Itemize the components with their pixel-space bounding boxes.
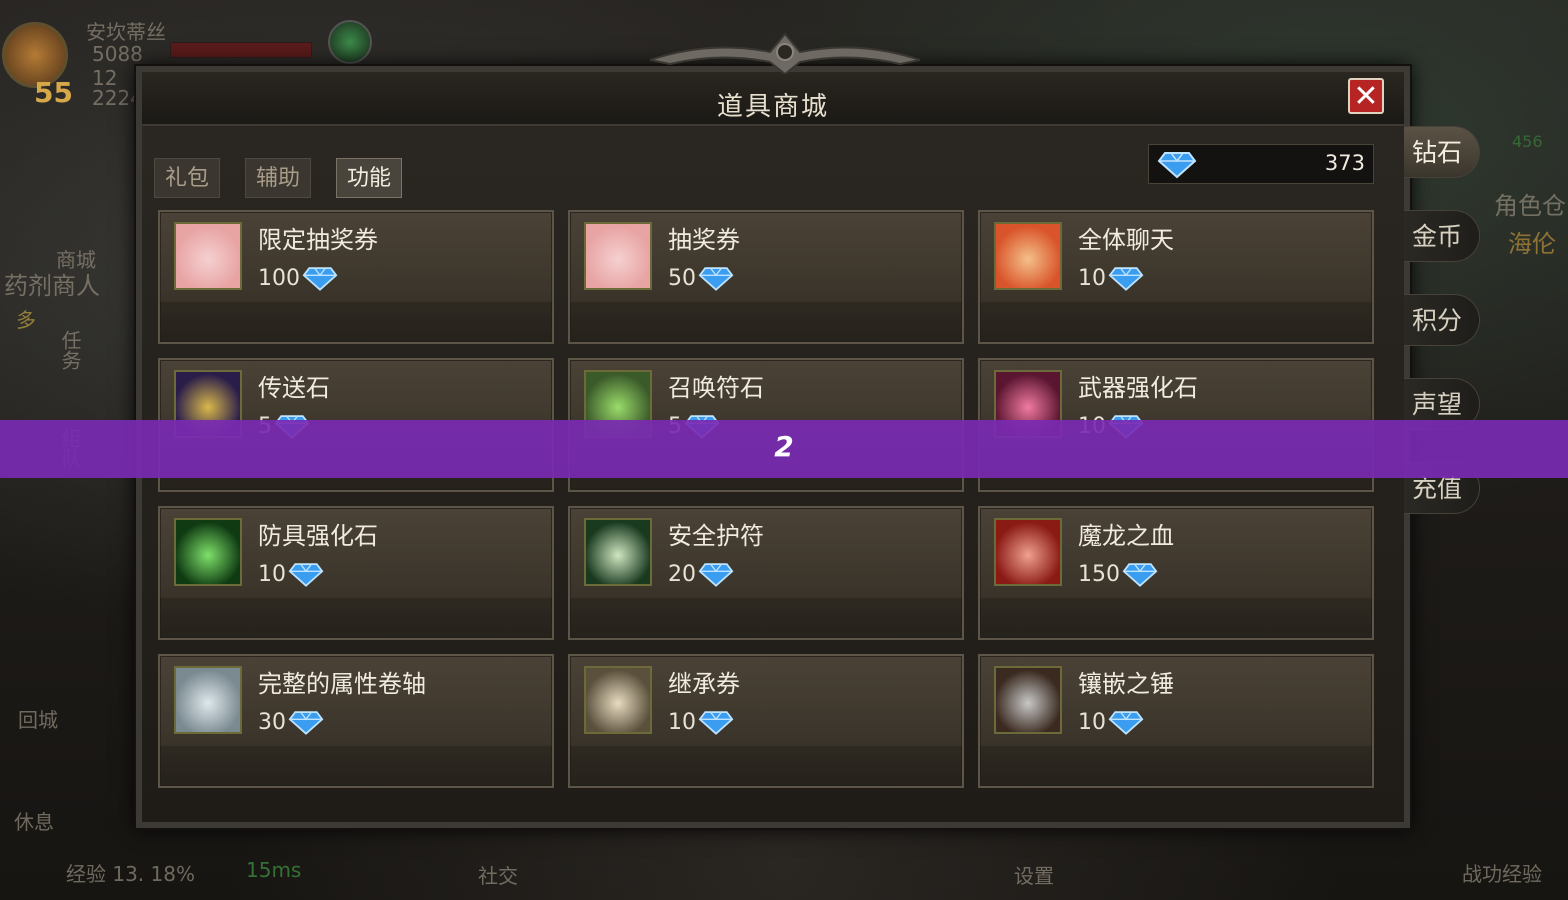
overlay-banner: 2 xyxy=(0,420,1568,478)
item-price-value: 10 xyxy=(258,561,286,587)
gem-balance-value: 373 xyxy=(1324,151,1365,175)
item-price: 10 xyxy=(1078,708,1144,736)
card-footer xyxy=(160,746,552,786)
shop-item-card[interactable]: 限定抽奖券 100 xyxy=(158,210,554,344)
diamond-icon xyxy=(1108,711,1144,735)
item-price-value: 10 xyxy=(1078,265,1106,291)
armor-gem-icon xyxy=(174,518,242,586)
item-name: 限定抽奖券 xyxy=(258,226,378,254)
item-name: 继承券 xyxy=(668,670,740,698)
shop-item-card[interactable]: 镶嵌之锤 10 xyxy=(978,654,1374,788)
banner-text: 2 xyxy=(774,430,794,463)
item-price: 20 xyxy=(668,560,734,588)
currency-tab-diamond[interactable]: 钻石 xyxy=(1404,126,1480,178)
panel-title: 道具商城 xyxy=(716,92,829,122)
diamond-icon xyxy=(302,267,338,291)
shop-item-card[interactable]: 抽奖券 50 xyxy=(568,210,964,344)
card-footer xyxy=(570,302,962,342)
potion-merchant[interactable]: 药剂商人 xyxy=(4,266,100,301)
settings-button[interactable]: 设置 xyxy=(1014,860,1054,889)
item-name: 全体聊天 xyxy=(1078,226,1174,254)
rest-button[interactable]: 休息 xyxy=(14,806,54,835)
ping-display: 15ms xyxy=(246,858,302,882)
social-button[interactable]: 社交 xyxy=(478,860,518,889)
card-footer xyxy=(980,598,1372,638)
item-price-value: 150 xyxy=(1078,561,1120,587)
ticket-icon xyxy=(584,222,652,290)
item-name: 镶嵌之锤 xyxy=(1078,670,1174,698)
scroll-icon xyxy=(584,666,652,734)
close-button[interactable]: ✕ xyxy=(1348,78,1384,114)
dragon-blood-icon xyxy=(994,518,1062,586)
item-price-value: 30 xyxy=(258,709,286,735)
return-town-button[interactable]: 回城 xyxy=(18,704,58,733)
shop-item-card[interactable]: 完整的属性卷轴 30 xyxy=(158,654,554,788)
quest-button[interactable]: 任务 xyxy=(56,330,85,370)
item-price: 50 xyxy=(668,264,734,292)
item-price-value: 10 xyxy=(1078,709,1106,735)
diamond-icon xyxy=(698,563,734,587)
card-footer xyxy=(160,302,552,342)
compass-icon[interactable] xyxy=(328,20,372,64)
hp-bar xyxy=(170,42,312,58)
panel-header: 道具商城 xyxy=(142,72,1404,126)
diamond-icon xyxy=(1108,267,1144,291)
item-price: 10 xyxy=(668,708,734,736)
hammer-icon xyxy=(994,666,1062,734)
currency-tab-gold[interactable]: 金币 xyxy=(1404,210,1480,262)
item-price: 10 xyxy=(1078,264,1144,292)
item-price: 100 xyxy=(258,264,338,292)
card-footer xyxy=(980,746,1372,786)
diamond-icon xyxy=(698,711,734,735)
item-name: 召唤符石 xyxy=(668,374,764,402)
item-name: 传送石 xyxy=(258,374,330,402)
ticket-icon xyxy=(174,222,242,290)
coin-icon xyxy=(174,666,242,734)
item-name: 防具强化石 xyxy=(258,522,378,550)
item-price-value: 20 xyxy=(668,561,696,587)
shop-item-card[interactable]: 全体聊天 10 xyxy=(978,210,1374,344)
card-footer xyxy=(160,598,552,638)
card-footer xyxy=(570,746,962,786)
tab-gift-pack[interactable]: 礼包 xyxy=(154,158,221,198)
item-name: 完整的属性卷轴 xyxy=(258,670,426,698)
header-ornament-icon xyxy=(650,32,920,74)
item-price: 30 xyxy=(258,708,324,736)
level-badge: 55 xyxy=(34,76,73,109)
gem-balance: 373 xyxy=(1148,144,1374,184)
item-name: 抽奖券 xyxy=(668,226,740,254)
npc-helen[interactable]: 海伦 xyxy=(1508,224,1556,259)
left-marker: 多 xyxy=(16,308,36,332)
diamond-icon xyxy=(698,267,734,291)
item-price-value: 100 xyxy=(258,265,300,291)
merit-exp: 战功经验 xyxy=(1462,862,1542,886)
diamond-icon xyxy=(288,711,324,735)
diamond-icon xyxy=(1157,152,1197,179)
shop-item-card[interactable]: 防具强化石 10 xyxy=(158,506,554,640)
item-name: 魔龙之血 xyxy=(1078,522,1174,550)
amulet-icon xyxy=(584,518,652,586)
shop-item-card[interactable]: 继承券 10 xyxy=(568,654,964,788)
tab-assist[interactable]: 辅助 xyxy=(245,158,312,198)
diamond-icon xyxy=(1122,563,1158,587)
shop-item-card[interactable]: 安全护符 20 xyxy=(568,506,964,640)
item-price-value: 10 xyxy=(668,709,696,735)
currency-tab-points[interactable]: 积分 xyxy=(1404,294,1480,346)
item-name: 武器强化石 xyxy=(1078,374,1198,402)
item-price-value: 50 xyxy=(668,265,696,291)
hp-value: 5088 xyxy=(92,42,143,66)
shop-item-card[interactable]: 魔龙之血 150 xyxy=(978,506,1374,640)
player-name: 安坎蒂丝 xyxy=(86,20,166,44)
right-counter: 456 xyxy=(1512,132,1543,151)
character-warehouse[interactable]: 角色仓 xyxy=(1494,186,1566,221)
item-name: 安全护符 xyxy=(668,522,764,550)
card-footer xyxy=(570,598,962,638)
item-price: 10 xyxy=(258,560,324,588)
card-footer xyxy=(980,302,1372,342)
item-price: 150 xyxy=(1078,560,1158,588)
diamond-icon xyxy=(288,563,324,587)
tab-function[interactable]: 功能 xyxy=(336,158,403,198)
chat-icon xyxy=(994,222,1062,290)
exp-percent: 经验 13. 18% xyxy=(66,862,195,886)
